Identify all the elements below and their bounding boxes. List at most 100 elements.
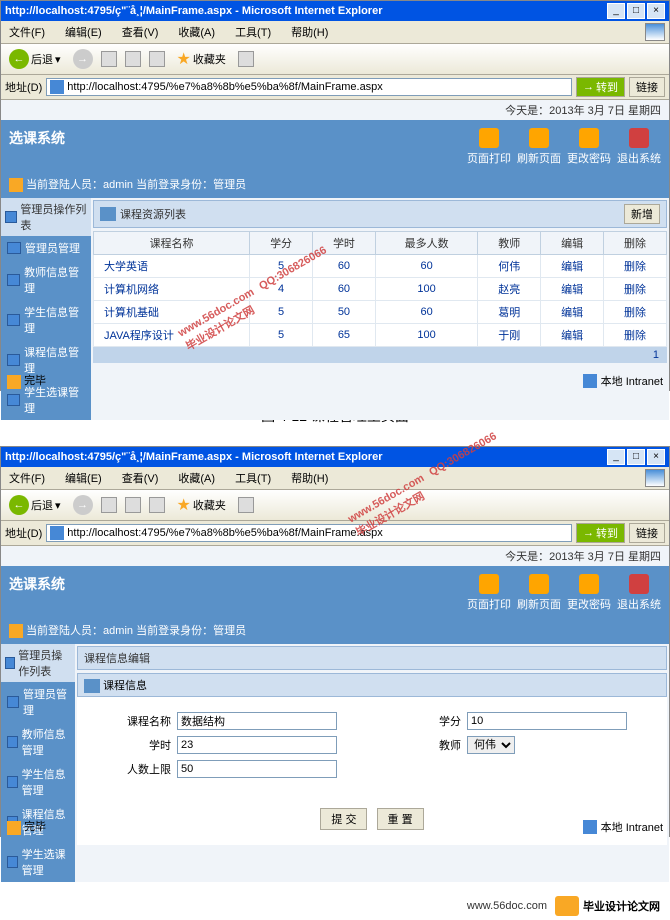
input-max[interactable] bbox=[177, 760, 337, 778]
stop-button[interactable] bbox=[101, 497, 117, 513]
cell: 大学英语 bbox=[94, 255, 250, 278]
favorites-button[interactable]: ★收藏夹 bbox=[173, 47, 230, 71]
menu-favorites[interactable]: 收藏(A) bbox=[174, 23, 219, 41]
folder-icon bbox=[5, 211, 17, 223]
tool-icon[interactable] bbox=[238, 51, 254, 67]
edit-link[interactable]: 编辑 bbox=[541, 301, 604, 324]
forward-button[interactable]: → bbox=[73, 495, 93, 515]
cell: 60 bbox=[375, 255, 477, 278]
footer-logo-icon bbox=[555, 896, 579, 916]
maximize-button[interactable]: □ bbox=[627, 449, 645, 465]
cell: 4 bbox=[250, 278, 313, 301]
password-action[interactable]: 更改密码 bbox=[567, 574, 611, 612]
cell: 100 bbox=[375, 278, 477, 301]
refresh-button[interactable] bbox=[125, 51, 141, 67]
go-button[interactable]: → 转到 bbox=[576, 77, 625, 97]
col-edit: 编辑 bbox=[541, 232, 604, 255]
cell: 50 bbox=[313, 301, 376, 324]
menu-help[interactable]: 帮助(H) bbox=[287, 469, 332, 487]
pager[interactable]: 1 bbox=[93, 347, 667, 363]
form-icon bbox=[84, 679, 100, 693]
del-link[interactable]: 删除 bbox=[604, 278, 667, 301]
ie-window-1: http://localhost:4795/ç"¨å¸¦/MainFrame.a… bbox=[0, 0, 670, 391]
forward-button[interactable]: → bbox=[73, 49, 93, 69]
cell: 赵亮 bbox=[478, 278, 541, 301]
favorites-button[interactable]: ★收藏夹 bbox=[173, 493, 230, 517]
print-action[interactable]: 页面打印 bbox=[467, 128, 511, 166]
edit-link[interactable]: 编辑 bbox=[541, 255, 604, 278]
password-action[interactable]: 更改密码 bbox=[567, 128, 611, 166]
del-link[interactable]: 删除 bbox=[604, 324, 667, 347]
sidebar-item-teacher[interactable]: 教师信息管理 bbox=[1, 260, 91, 300]
titlebar: http://localhost:4795/ç"¨å¸¦/MainFrame.a… bbox=[1, 1, 669, 21]
table-row: JAVA程序设计565100于刚编辑删除 bbox=[94, 324, 667, 347]
system-actions: 页面打印 刷新页面 更改密码 退出系统 bbox=[467, 128, 661, 166]
logout-action[interactable]: 退出系统 bbox=[617, 128, 661, 166]
main-area: 管理员操作列表 管理员管理 教师信息管理 学生信息管理 课程信息管理 学生选课管… bbox=[1, 644, 669, 882]
input-credit[interactable] bbox=[467, 712, 627, 730]
del-link[interactable]: 删除 bbox=[604, 255, 667, 278]
menu-tools[interactable]: 工具(T) bbox=[231, 23, 275, 41]
sidebar-header: 管理员操作列表 bbox=[1, 644, 75, 682]
cell: 100 bbox=[375, 324, 477, 347]
stop-button[interactable] bbox=[101, 51, 117, 67]
refresh-action[interactable]: 刷新页面 bbox=[517, 574, 561, 612]
address-input[interactable]: http://localhost:4795/%e7%a8%8b%e5%ba%8f… bbox=[46, 78, 572, 96]
links-button[interactable]: 链接 bbox=[629, 77, 665, 97]
back-button[interactable]: ←后退 ▾ bbox=[5, 493, 65, 517]
logout-action[interactable]: 退出系统 bbox=[617, 574, 661, 612]
reset-button[interactable]: 重 置 bbox=[377, 808, 424, 830]
edit-link[interactable]: 编辑 bbox=[541, 324, 604, 347]
menu-help[interactable]: 帮助(H) bbox=[287, 23, 332, 41]
del-link[interactable]: 删除 bbox=[604, 301, 667, 324]
page-icon bbox=[50, 80, 64, 94]
menu-edit[interactable]: 编辑(E) bbox=[61, 469, 106, 487]
sidebar-item-selection[interactable]: 学生选课管理 bbox=[1, 842, 75, 882]
refresh-button[interactable] bbox=[125, 497, 141, 513]
menu-favorites[interactable]: 收藏(A) bbox=[174, 469, 219, 487]
logout-icon bbox=[629, 574, 649, 594]
sidebar-item-student[interactable]: 学生信息管理 bbox=[1, 762, 75, 802]
tool-icon[interactable] bbox=[238, 497, 254, 513]
ie-logo-icon bbox=[645, 23, 665, 41]
form-subheader: 课程信息 bbox=[77, 673, 667, 697]
address-input[interactable]: http://localhost:4795/%e7%a8%8b%e5%ba%8f… bbox=[46, 524, 572, 542]
sidebar-item-admin[interactable]: 管理员管理 bbox=[1, 236, 91, 260]
menu-file[interactable]: 文件(F) bbox=[5, 469, 49, 487]
item-icon bbox=[7, 274, 20, 286]
select-teacher[interactable]: 何伟 bbox=[467, 736, 515, 754]
input-hours[interactable] bbox=[177, 736, 337, 754]
status-text: 完毕 bbox=[7, 372, 46, 388]
menu-file[interactable]: 文件(F) bbox=[5, 23, 49, 41]
refresh-action[interactable]: 刷新页面 bbox=[517, 128, 561, 166]
links-button[interactable]: 链接 bbox=[629, 523, 665, 543]
add-button[interactable]: 新增 bbox=[624, 204, 660, 224]
menu-edit[interactable]: 编辑(E) bbox=[61, 23, 106, 41]
minimize-button[interactable]: _ bbox=[607, 3, 625, 19]
close-button[interactable]: × bbox=[647, 3, 665, 19]
home-button[interactable] bbox=[149, 497, 165, 513]
menu-view[interactable]: 查看(V) bbox=[118, 23, 163, 41]
submit-button[interactable]: 提 交 bbox=[320, 808, 367, 830]
print-action[interactable]: 页面打印 bbox=[467, 574, 511, 612]
system-header: 选课系统 页面打印 刷新页面 更改密码 退出系统 bbox=[1, 120, 669, 174]
form-body: 课程名称 学分 学时 教师何伟 人数上限 提 交 重 置 bbox=[77, 697, 667, 845]
footer-url: www.56doc.com bbox=[467, 900, 547, 912]
print-icon bbox=[479, 574, 499, 594]
back-button[interactable]: ←后退 ▾ bbox=[5, 47, 65, 71]
item-icon bbox=[7, 736, 18, 748]
item-icon bbox=[7, 696, 19, 708]
menu-tools[interactable]: 工具(T) bbox=[231, 469, 275, 487]
menu-view[interactable]: 查看(V) bbox=[118, 469, 163, 487]
maximize-button[interactable]: □ bbox=[627, 3, 645, 19]
close-button[interactable]: × bbox=[647, 449, 665, 465]
edit-link[interactable]: 编辑 bbox=[541, 278, 604, 301]
home-button[interactable] bbox=[149, 51, 165, 67]
system-actions: 页面打印 刷新页面 更改密码 退出系统 bbox=[467, 574, 661, 612]
go-button[interactable]: → 转到 bbox=[576, 523, 625, 543]
sidebar-item-admin[interactable]: 管理员管理 bbox=[1, 682, 75, 722]
sidebar-item-teacher[interactable]: 教师信息管理 bbox=[1, 722, 75, 762]
minimize-button[interactable]: _ bbox=[607, 449, 625, 465]
sidebar-item-student[interactable]: 学生信息管理 bbox=[1, 300, 91, 340]
input-course-name[interactable] bbox=[177, 712, 337, 730]
